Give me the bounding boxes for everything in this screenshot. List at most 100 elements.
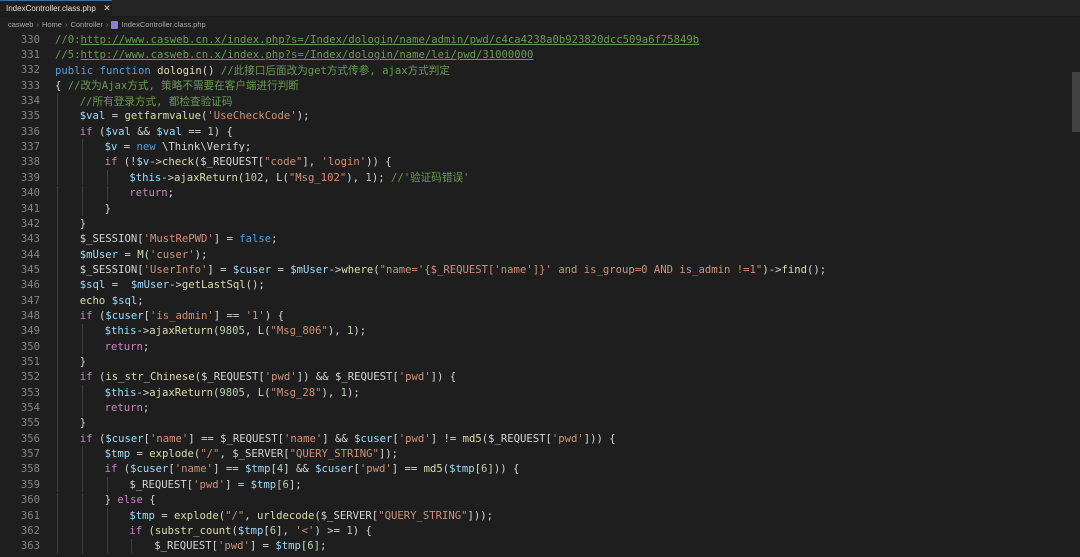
code-text: } [80,417,86,429]
code-line[interactable]: 358 if ($cuser['name'] == $tmp[4] && $cus… [0,462,1080,477]
code-line[interactable]: 363 $_REQUEST['pwd'] = $tmp[6]; [0,539,1080,554]
code-token: 'UseCheckCode' [207,110,297,123]
indent-guide [57,492,58,508]
code-token: //0: [55,33,81,46]
indent-guide [131,538,133,554]
code-token: ], [302,156,322,169]
code-token: } [79,417,87,430]
code-token: $tmp [104,448,131,461]
code-text: return; [105,341,150,353]
code-token: explode [149,448,194,461]
code-token: $_SESSION[ [79,233,144,246]
breadcrumb-item-home[interactable]: Home [42,20,62,29]
code-token: false [239,233,272,246]
code-line[interactable]: 359 $_REQUEST['pwd'] = $tmp[6]; [0,477,1080,492]
code-token: 'pwd' [398,371,431,384]
code-line[interactable]: 360} else { [0,493,1080,508]
code-line[interactable]: 341} [0,201,1080,216]
code-text: if ($cuser['name'] == $tmp[4] && $cuser[… [105,463,520,475]
code-line[interactable]: 353 $this->ajaxReturn(9805, L("Msg_28"), … [0,385,1080,400]
code-line[interactable]: 351} [0,354,1080,369]
code-line[interactable]: 336 if ($val && $val == 1) { [0,124,1080,139]
code-line[interactable]: 352 if (is_str_Chinese($_REQUEST['pwd']) … [0,370,1080,385]
code-line[interactable]: 335 $val = getfarmvalue('UseCheckCode'); [0,109,1080,124]
code-token: 'UserInfo' [143,263,208,276]
code-text: return; [129,187,174,199]
code-line[interactable]: 338 if (!$v->check($_REQUEST["code"], 'lo… [0,155,1080,170]
code-token: = [118,248,138,261]
code-line[interactable]: 339 $this->ajaxReturn(102, L("Msg_102"), … [0,170,1080,185]
code-token: ]) { [430,371,457,384]
code-token: $this [104,386,137,399]
indent-guide [106,507,108,524]
code-token: ] == [391,463,424,476]
code-token: -> [169,279,182,292]
code-line[interactable]: 343 $_SESSION['MustRePWD'] = false; [0,232,1080,247]
line-number: 331 [20,49,40,62]
code-text: $this->ajaxReturn(102, L("Msg_102"), 1);… [129,170,469,185]
close-icon[interactable]: ✕ [102,3,112,14]
code-token: ), [321,386,341,399]
code-token: ] && [283,463,316,476]
indent-guide [57,339,58,355]
code-editor[interactable]: 330//0:http://www.casweb.cn.x/index.php?… [0,32,1080,557]
code-token: { [55,80,68,93]
code-line[interactable]: 340 return; [0,186,1080,201]
code-line[interactable]: 362 if (substr_count($tmp[6], '<') >= 1) … [0,523,1080,538]
line-number: 338 [20,156,40,169]
code-line[interactable]: 356 if ($cuser['name'] == $_REQUEST['name… [0,431,1080,446]
code-line[interactable]: 350 return; [0,339,1080,354]
code-token: (! [117,156,137,169]
breadcrumb-item-file[interactable]: IndexController.class.php [121,20,205,29]
scrollbar-thumb[interactable] [1072,72,1080,132]
code-token: if [104,156,118,169]
code-token: $cuser [354,432,393,445]
indent-guide [57,292,58,309]
code-token: ($_REQUEST[ [193,156,265,169]
code-line[interactable]: 330 //0:http://www.casweb.cn.x/index.php?… [0,32,1080,47]
indent-guide [57,385,58,401]
code-line[interactable]: 357 $tmp = explode("/", $_SERVER["QUERY_S… [0,446,1080,461]
code-line[interactable]: 355} [0,416,1080,431]
line-number: 334 [20,95,40,108]
code-line[interactable]: 332 public function dologin() //此接口后面改为ge… [0,63,1080,78]
line-number: 356 [20,432,40,445]
tab-indexcontroller[interactable]: IndexController.class.php ✕ [0,0,112,16]
indent-guide [57,124,58,140]
chevron-right-icon: › [105,20,109,29]
breadcrumb-item-casweb[interactable]: casweb [8,20,33,29]
code-token: ]); [378,448,399,461]
code-token: -> [328,263,342,276]
indent-guide [81,492,83,508]
code-line[interactable]: 334 //所有登录方式, 都检查验证码 [0,93,1080,108]
code-line[interactable]: 337 $v = new \Think\Verify; [0,139,1080,154]
indent-guide [106,185,108,201]
code-token: where [341,263,374,276]
code-token: } [79,217,87,230]
code-line[interactable]: 331 //5:http://www.casweb.cn.x/index.php?… [0,47,1080,62]
code-line[interactable]: 345 $_SESSION['UserInfo'] = $cuser = $mUs… [0,262,1080,277]
code-token: ) { [264,309,284,322]
code-line[interactable]: 349 $this->ajaxReturn(9805, L("Msg_806"),… [0,324,1080,339]
line-number: 339 [20,171,40,184]
code-token: return [129,187,168,200]
code-line[interactable]: 346 $sql = $mUser->getLastSql(); [0,278,1080,293]
code-token: md5 [462,432,482,445]
line-number: 346 [20,279,40,292]
code-line[interactable]: 361 $tmp = explode("/", urldecode($_SERVE… [0,508,1080,523]
code-line[interactable]: 333 { //改为Ajax方式, 策略不需要在客户端进行判断 [0,78,1080,93]
code-line[interactable]: 347 echo $sql; [0,293,1080,308]
code-token: $cuser [105,432,144,445]
code-line[interactable]: 354 return; [0,400,1080,415]
code-line[interactable]: 342} [0,216,1080,231]
vertical-scrollbar[interactable] [1072,32,1080,557]
indent-guide [57,477,58,493]
code-token: -> [149,156,163,169]
code-token: ajaxReturn [149,386,214,399]
indent-guide [57,523,58,539]
breadcrumb-item-controller[interactable]: Controller [70,20,103,29]
code-token: find [781,263,807,276]
code-line[interactable]: 348 if ($cuser['is_admin'] == '1') { [0,308,1080,323]
line-number: 350 [20,340,40,353]
code-line[interactable]: 344 $mUser = M('cuser'); [0,247,1080,262]
